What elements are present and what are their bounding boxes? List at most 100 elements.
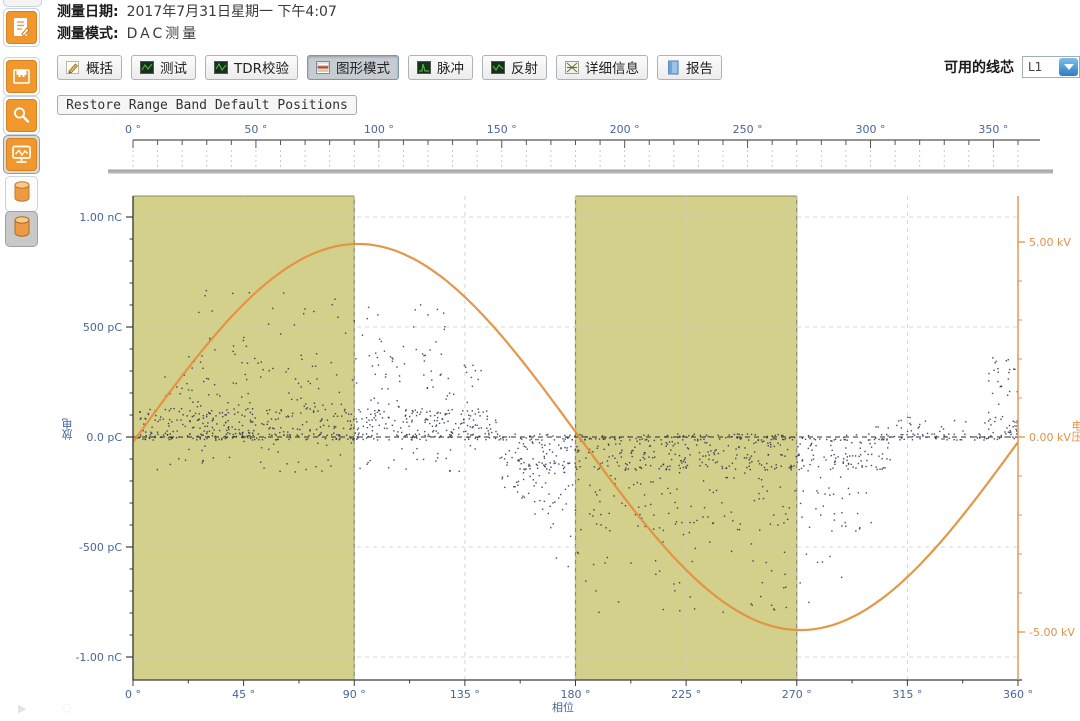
pd-dot — [1006, 360, 1007, 361]
pd-dot — [544, 456, 545, 457]
pd-dot — [262, 369, 263, 370]
pd-dot — [868, 439, 869, 440]
pd-dot — [603, 439, 604, 440]
pd-dot — [669, 465, 670, 466]
pd-dot — [335, 413, 336, 414]
pd-dot — [703, 480, 704, 481]
pd-dot — [759, 529, 760, 530]
pd-dot — [834, 519, 835, 520]
pd-dot — [403, 346, 404, 347]
pd-dot — [714, 454, 715, 455]
pd-dot — [339, 392, 340, 393]
pd-dot — [229, 457, 230, 458]
pd-dot — [376, 433, 377, 434]
pd-dot — [314, 406, 315, 407]
pd-dot — [538, 462, 539, 463]
pd-dot — [771, 605, 772, 606]
pd-dot — [949, 438, 950, 439]
pd-dot — [739, 434, 740, 435]
pd-dot — [544, 501, 545, 502]
pd-dot — [388, 439, 389, 440]
pd-dot — [907, 431, 908, 432]
pd-dot — [545, 464, 546, 465]
pd-dot — [212, 433, 213, 434]
pd-dot — [667, 444, 668, 445]
pd-dot — [300, 412, 301, 413]
pd-dot — [375, 374, 376, 375]
pd-dot — [852, 466, 853, 467]
pd-dot — [294, 324, 295, 325]
pd-dot — [845, 453, 846, 454]
pd-dot — [848, 463, 849, 464]
pd-dot — [577, 450, 578, 451]
pd-dot — [569, 462, 570, 463]
pd-dot — [886, 458, 887, 459]
pd-dot — [219, 412, 220, 413]
left-axis-title: 放电 — [60, 418, 76, 440]
tick-label: 0 ° — [125, 123, 141, 136]
pd-dot — [707, 451, 708, 452]
pd-dot — [679, 610, 680, 611]
pd-dot — [900, 420, 901, 421]
pd-dot — [614, 458, 615, 459]
pd-dot — [563, 461, 564, 462]
pd-dot — [797, 455, 798, 456]
pd-dot — [356, 418, 357, 419]
pd-dot — [532, 441, 533, 442]
pd-dot — [625, 467, 626, 468]
pd-dot — [523, 462, 524, 463]
pd-dot — [367, 427, 368, 428]
pd-dot — [368, 307, 369, 308]
pd-dot — [269, 434, 270, 435]
pd-dot — [411, 439, 412, 440]
pd-dot — [694, 434, 695, 435]
pd-dot — [299, 429, 300, 430]
pd-dot — [607, 465, 608, 466]
pd-dot — [424, 431, 425, 432]
pd-dot — [660, 478, 661, 479]
pd-dot — [362, 334, 363, 335]
pd-dot — [253, 435, 254, 436]
pd-dot — [597, 445, 598, 446]
pd-dot — [534, 513, 535, 514]
pd-dot — [459, 471, 460, 472]
pd-dot — [954, 434, 955, 435]
pd-dot — [901, 437, 902, 438]
pd-dot — [995, 417, 996, 418]
pd-dot — [369, 424, 370, 425]
pd-dot — [708, 454, 709, 455]
pd-dot — [676, 521, 677, 522]
pd-dot — [196, 439, 197, 440]
pd-dot — [702, 455, 703, 456]
pd-dot — [491, 432, 492, 433]
pd-dot — [724, 515, 725, 516]
pd-dot — [325, 409, 326, 410]
pd-dot — [432, 426, 433, 427]
pd-dot — [160, 416, 161, 417]
pd-dot — [830, 445, 831, 446]
pd-dot — [470, 434, 471, 435]
pd-dot — [333, 428, 334, 429]
pd-dot — [420, 304, 421, 305]
pd-dot — [529, 465, 530, 466]
pd-dot — [846, 460, 847, 461]
pd-dot — [157, 432, 158, 433]
pd-dot — [182, 414, 183, 415]
pd-dot — [246, 436, 247, 437]
pd-dot — [763, 498, 764, 499]
pd-dot — [1001, 386, 1002, 387]
pd-dot — [488, 430, 489, 431]
pd-dot — [762, 582, 763, 583]
ruler-scrollbar[interactable] — [108, 170, 1053, 174]
pd-dot — [318, 388, 319, 389]
pd-dot — [856, 434, 857, 435]
pd-dot — [638, 507, 639, 508]
pd-dot — [699, 459, 700, 460]
pd-dot — [548, 493, 549, 494]
pd-dot — [871, 454, 872, 455]
pd-dot — [359, 468, 360, 469]
pd-dot — [332, 439, 333, 440]
pd-dot — [140, 434, 141, 435]
pd-dot — [307, 407, 308, 408]
pd-dot — [399, 381, 400, 382]
